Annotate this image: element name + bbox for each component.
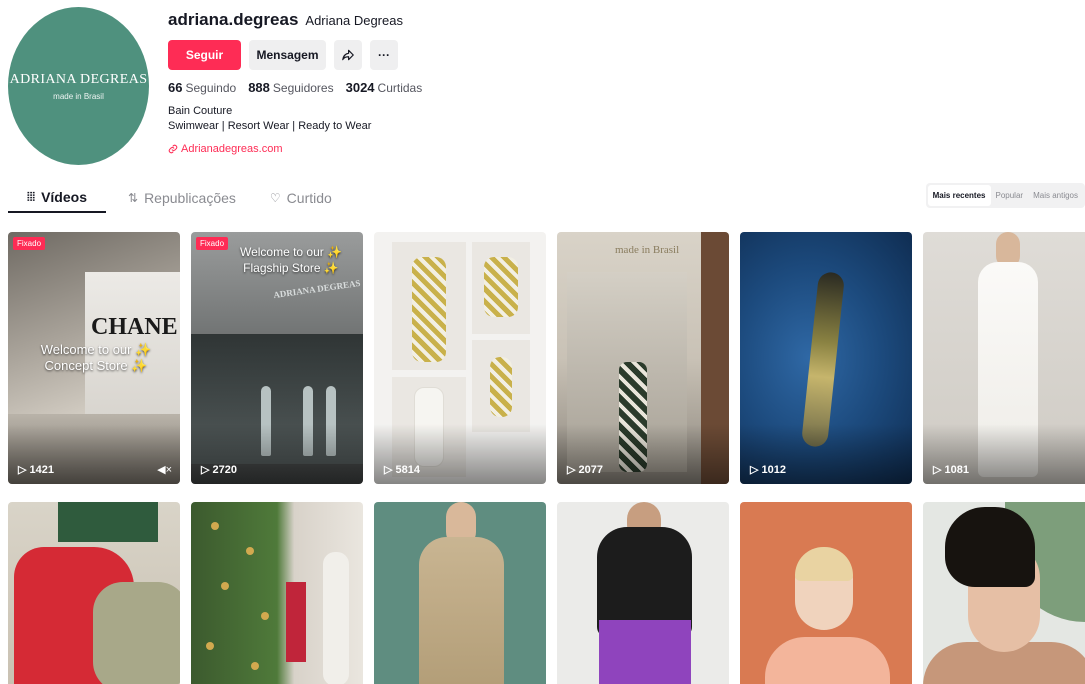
sort-recent[interactable]: Mais recentes xyxy=(927,185,991,206)
follow-button[interactable]: Seguir xyxy=(168,40,241,70)
play-icon: ▷ xyxy=(567,464,576,476)
play-icon: ▷ xyxy=(18,464,27,476)
video-card[interactable] xyxy=(923,502,1085,684)
followers-count: 888 xyxy=(248,80,270,95)
view-count-value: 2077 xyxy=(578,463,603,476)
video-caption: Welcome to our ✨ Flagship Store ✨ xyxy=(239,245,343,275)
sort-oldest[interactable]: Mais antigos xyxy=(1028,185,1083,206)
video-card[interactable] xyxy=(374,502,546,684)
grid-icon: ⦙⦙⦙ xyxy=(27,189,36,204)
view-count-value: 2720 xyxy=(212,463,237,476)
likes-count: 3024 xyxy=(345,80,375,95)
more-icon: ··· xyxy=(378,48,390,62)
store-sign: ADRIANA DEGREAS xyxy=(272,277,362,301)
view-count: ▷ 1081 xyxy=(933,463,969,477)
following-label: Seguindo xyxy=(185,81,237,95)
view-count-value: 1012 xyxy=(761,463,786,476)
mute-icon[interactable]: ◀× xyxy=(157,463,172,476)
following-count: 66 xyxy=(168,80,183,95)
sort-toggle: Mais recentes Popular Mais antigos xyxy=(925,183,1085,208)
profile-link[interactable]: Adrianadegreas.com xyxy=(168,143,568,155)
play-icon: ▷ xyxy=(933,464,942,476)
pinned-badge: Fixado xyxy=(13,237,46,250)
view-count-value: 1081 xyxy=(944,463,969,476)
sort-popular[interactable]: Popular xyxy=(991,185,1029,206)
followers-stat[interactable]: 888 Seguidores xyxy=(248,80,333,95)
likes-label: Curtidas xyxy=(377,81,423,95)
view-count: ▷ 2077 xyxy=(567,463,603,477)
profile-link-text: Adrianadegreas.com xyxy=(181,143,283,155)
view-count-value: 1421 xyxy=(29,463,54,476)
repost-icon: ⇅ xyxy=(128,191,139,205)
username: adriana.degreas xyxy=(168,10,299,29)
profile-tabs: ⦙⦙⦙ Vídeos ⇅ Republicações ♡ Curtido xyxy=(8,183,342,213)
nickname: Adriana Degreas xyxy=(305,13,403,28)
video-card[interactable]: CHANE Fixado Welcome to our ✨ Concept St… xyxy=(8,232,180,484)
tab-videos[interactable]: ⦙⦙⦙ Vídeos xyxy=(8,183,106,213)
profile-stats: 66 Seguindo 888 Seguidores 3024 Curtidas xyxy=(168,80,568,95)
tab-reposts[interactable]: ⇅ Republicações xyxy=(118,183,246,213)
tab-liked-label: Curtido xyxy=(286,190,332,206)
profile-info: adriana.degreas Adriana Degreas Seguir M… xyxy=(168,10,568,155)
share-button[interactable] xyxy=(334,40,362,70)
avatar[interactable]: ADRIANA DEGREAS made in Brasil xyxy=(8,7,149,165)
tab-reposts-label: Republicações xyxy=(144,190,236,206)
share-icon xyxy=(342,49,354,61)
avatar-tagline: made in Brasil xyxy=(53,91,104,101)
video-card[interactable] xyxy=(8,502,180,684)
bio-line-1: Bain Couture xyxy=(168,105,233,117)
view-count: ▷ 1421 xyxy=(18,463,54,477)
play-icon: ▷ xyxy=(384,464,393,476)
tab-videos-label: Vídeos xyxy=(41,189,87,205)
video-card[interactable]: ▷ 1012 xyxy=(740,232,912,484)
store-sign: made in Brasil xyxy=(615,244,680,256)
more-button[interactable]: ··· xyxy=(370,40,398,70)
view-count: ▷ 2720 xyxy=(201,463,237,477)
video-card[interactable]: made in Brasil ▷ 2077 xyxy=(557,232,729,484)
tab-liked[interactable]: ♡ Curtido xyxy=(260,183,342,213)
video-card[interactable]: ▷ 5814 xyxy=(374,232,546,484)
play-icon: ▷ xyxy=(750,464,759,476)
video-caption: Welcome to our ✨ Concept Store ✨ xyxy=(40,342,152,373)
link-icon xyxy=(168,144,178,154)
video-card[interactable] xyxy=(557,502,729,684)
likes-stat: 3024 Curtidas xyxy=(346,80,423,95)
play-icon: ▷ xyxy=(201,464,210,476)
video-card[interactable] xyxy=(191,502,363,684)
view-count-value: 5814 xyxy=(395,463,420,476)
avatar-brand: ADRIANA DEGREAS xyxy=(9,71,148,87)
profile-page: ADRIANA DEGREAS made in Brasil adriana.d… xyxy=(0,0,1085,684)
bio-line-2: Swimwear | Resort Wear | Ready to Wear xyxy=(168,120,372,132)
video-card[interactable]: ADRIANA DEGREAS Fixado Welcome to our ✨ … xyxy=(191,232,363,484)
heart-icon: ♡ xyxy=(269,191,281,205)
video-card[interactable] xyxy=(740,502,912,684)
bio: Bain Couture Swimwear | Resort Wear | Re… xyxy=(168,104,568,134)
message-button[interactable]: Mensagem xyxy=(249,40,326,70)
followers-label: Seguidores xyxy=(272,81,334,95)
store-sign: CHANE xyxy=(91,314,178,340)
video-grid: CHANE Fixado Welcome to our ✨ Concept St… xyxy=(8,232,1085,684)
action-buttons: Seguir Mensagem ··· xyxy=(168,40,568,70)
pinned-badge: Fixado xyxy=(196,237,229,250)
name-row: adriana.degreas Adriana Degreas xyxy=(168,10,568,30)
following-stat[interactable]: 66 Seguindo xyxy=(168,80,236,95)
video-card[interactable]: ▷ 1081 xyxy=(923,232,1085,484)
view-count: ▷ 1012 xyxy=(750,463,786,477)
view-count: ▷ 5814 xyxy=(384,463,420,477)
